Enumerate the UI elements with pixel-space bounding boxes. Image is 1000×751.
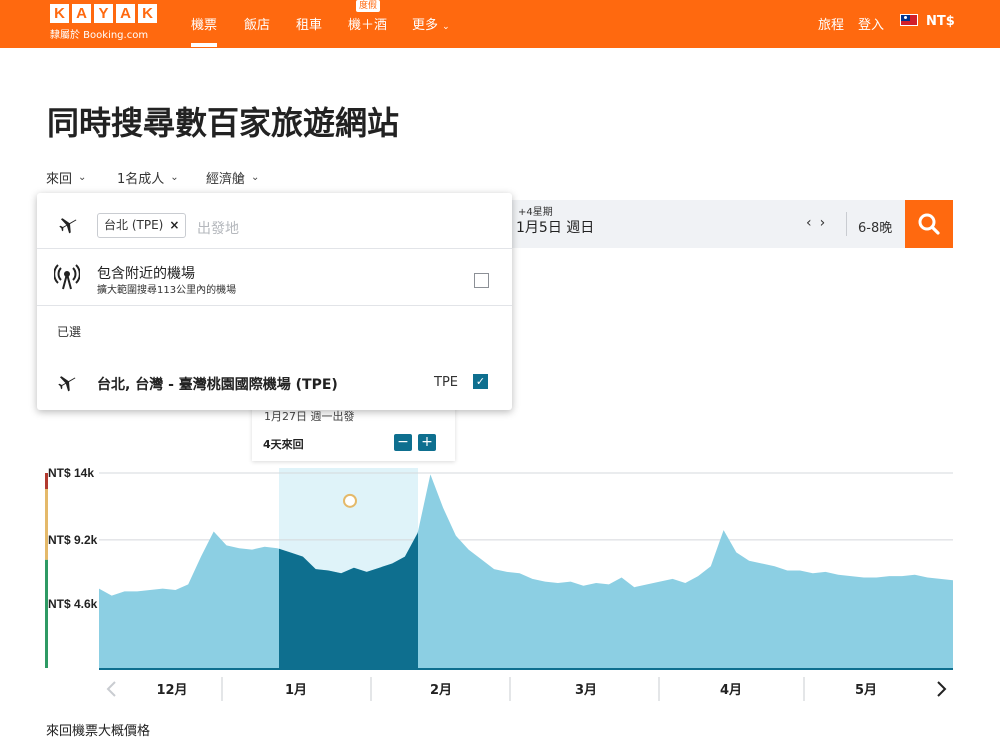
x-axis-month-label: 1月	[285, 683, 307, 698]
logo-letter: Y	[94, 4, 113, 23]
divider	[37, 248, 512, 249]
nav-cars[interactable]: 租車	[296, 14, 322, 33]
chevron-left-icon[interactable]: ‹	[806, 215, 820, 231]
logo-letter: A	[116, 4, 135, 23]
nav-packages[interactable]: 機＋酒	[348, 14, 387, 33]
divider	[37, 305, 512, 306]
x-axis-month-label: 3月	[575, 683, 597, 698]
airplane-icon	[58, 376, 76, 392]
trip-length-label: 4天來回	[263, 438, 304, 451]
origin-dropdown-panel: 台北 (TPE) × 出發地 包含附近的機場 擴大範圍搜尋113公里內的機場 已…	[37, 193, 512, 410]
origin-chip[interactable]: 台北 (TPE) ×	[97, 213, 187, 238]
close-icon[interactable]: ×	[169, 214, 179, 237]
increase-trip-length-button[interactable]: +	[418, 434, 436, 451]
cabin-dropdown[interactable]: 經濟艙 ⌄	[206, 168, 259, 187]
radar-icon	[54, 264, 80, 290]
y-tick-label: NT$ 4.6k	[48, 597, 98, 611]
logo-letter: A	[72, 4, 91, 23]
departure-date-field[interactable]: 1月5日 週日	[516, 217, 594, 237]
selected-airport-name[interactable]: 台北, 台灣 - 臺灣桃園國際機場 (TPE)	[97, 374, 338, 394]
x-axis-month-label: 12月	[156, 683, 187, 698]
cabin-label: 經濟艙	[206, 172, 246, 187]
trip-departure-date: 1月27日 週一出發	[264, 410, 355, 423]
selected-airport-checkbox[interactable]: ✓	[473, 374, 488, 389]
chevron-down-icon: ⌄	[170, 172, 179, 183]
price-chart: NT$ 14k NT$ 9.2k NT$ 4.6k 12月 1月 2月 3月 4月 5月	[45, 466, 953, 701]
nav-signin[interactable]: 登入	[858, 14, 884, 33]
nearby-airports-title: 包含附近的機場	[97, 266, 195, 282]
kayak-logo[interactable]: KAYAK 隸屬於 Booking.com	[50, 4, 157, 41]
logo-letters: KAYAK	[50, 4, 157, 23]
page-title: 同時搜尋數百家旅遊網站	[47, 104, 400, 142]
currency-selector[interactable]: NT$	[926, 14, 955, 29]
selected-section-header: 已選	[57, 325, 82, 339]
trip-type-label: 來回	[46, 172, 73, 187]
search-icon	[918, 213, 940, 235]
x-axis-month-label: 5月	[855, 683, 877, 698]
origin-chip-label: 台北 (TPE)	[104, 218, 164, 232]
packages-deal-badge: 度假	[356, 0, 381, 12]
top-navigation-bar: KAYAK 隸屬於 Booking.com 機票 飯店 租車 度假 機＋酒 更多…	[0, 0, 1000, 48]
x-axis-month-label: 4月	[720, 683, 742, 698]
selected-price-marker	[343, 493, 357, 508]
date-nav-arrows: ‹›	[806, 215, 833, 231]
taiwan-flag-icon[interactable]	[900, 14, 918, 26]
origin-input[interactable]: 出發地	[197, 218, 239, 238]
kayak-page: KAYAK 隸屬於 Booking.com 機票 飯店 租車 度假 機＋酒 更多…	[0, 0, 1000, 751]
chevron-right-icon[interactable]: ›	[820, 215, 834, 231]
nav-more-label: 更多	[412, 18, 439, 33]
nearby-airports-subtitle: 擴大範圍搜尋113公里內的機場	[97, 285, 237, 296]
nav-hotels[interactable]: 飯店	[244, 14, 270, 33]
logo-letter: K	[50, 4, 69, 23]
nav-trips[interactable]: 旅程	[818, 14, 844, 33]
selected-airport-code: TPE	[434, 375, 458, 390]
logo-subtitle: 隸屬於 Booking.com	[50, 30, 149, 41]
price-scale-mid	[45, 489, 48, 560]
nav-more[interactable]: 更多 ⌄	[412, 14, 450, 33]
chart-caption: 來回機票大概價格	[46, 724, 151, 739]
decrease-trip-length-button[interactable]: −	[394, 434, 412, 451]
y-tick-label: NT$ 9.2k	[48, 533, 98, 547]
price-area	[99, 474, 953, 668]
chevron-down-icon: ⌄	[442, 22, 450, 32]
travelers-label: 1名成人	[117, 172, 165, 187]
travelers-dropdown[interactable]: 1名成人 ⌄	[117, 168, 179, 187]
nav-flights[interactable]: 機票	[191, 14, 218, 47]
chevron-down-icon: ⌄	[78, 172, 87, 183]
airplane-icon	[59, 218, 77, 234]
date-flex-label: +4星期	[518, 207, 553, 218]
chevron-right-icon[interactable]	[937, 681, 947, 697]
price-scale-low	[45, 559, 48, 668]
nights-selector[interactable]: 6-8晚	[858, 217, 892, 236]
nearby-airports-checkbox[interactable]	[474, 273, 489, 288]
x-axis-month-label: 2月	[430, 683, 452, 698]
trip-type-dropdown[interactable]: 來回 ⌄	[46, 168, 86, 187]
chevron-left-icon[interactable]	[106, 681, 116, 697]
y-tick-label: NT$ 14k	[48, 466, 94, 480]
divider	[846, 212, 847, 236]
search-button[interactable]	[905, 200, 953, 248]
chevron-down-icon: ⌄	[251, 172, 260, 183]
logo-letter: K	[138, 4, 157, 23]
